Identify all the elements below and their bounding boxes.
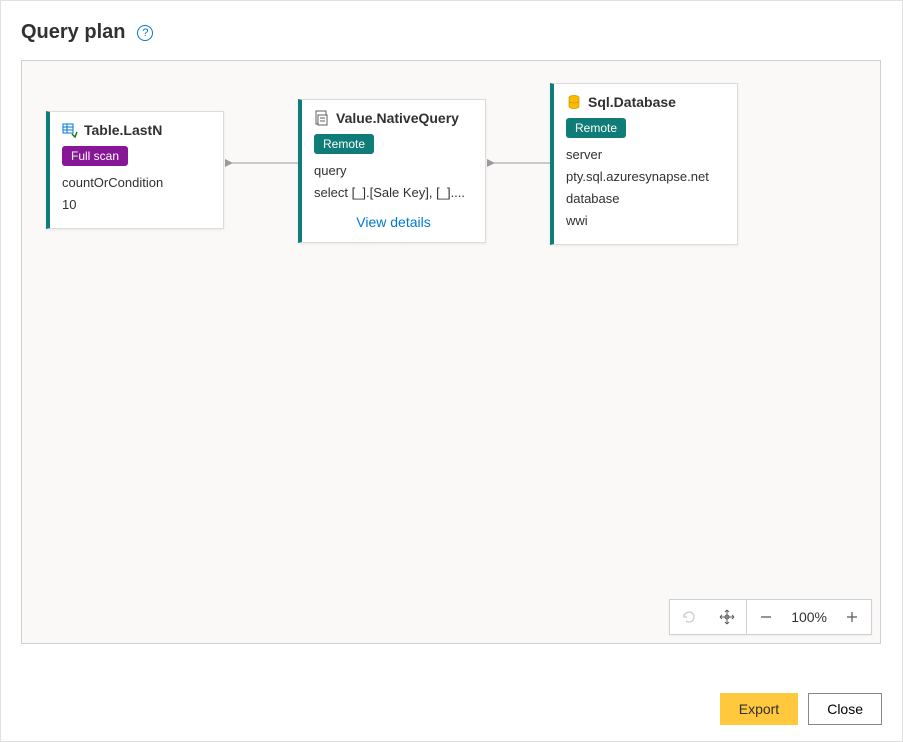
zoom-level: 100% xyxy=(785,609,833,625)
script-icon xyxy=(314,110,330,126)
node-title: Table.LastN xyxy=(84,122,162,138)
zoom-in-button[interactable] xyxy=(833,600,871,634)
badge-remote: Remote xyxy=(314,134,374,154)
node-title: Sql.Database xyxy=(588,94,676,110)
close-button[interactable]: Close xyxy=(808,693,882,725)
param-value: 10 xyxy=(62,194,211,216)
query-plan-dialog: Query plan ? xyxy=(0,0,903,742)
param-label: query xyxy=(314,160,473,182)
table-icon xyxy=(62,122,78,138)
server-value: pty.sql.azuresynapse.net xyxy=(566,166,725,188)
node-sql-database[interactable]: Sql.Database Remote server pty.sql.azure… xyxy=(550,83,738,245)
help-icon[interactable]: ? xyxy=(137,25,153,41)
database-label: database xyxy=(566,188,725,210)
export-button[interactable]: Export xyxy=(720,693,798,725)
reset-view-button[interactable] xyxy=(670,600,708,634)
fit-to-screen-button[interactable] xyxy=(708,600,746,634)
param-value: select [_].[Sale Key], [_].... xyxy=(314,182,473,204)
badge-remote: Remote xyxy=(566,118,626,138)
database-icon xyxy=(566,94,582,110)
badge-fullscan: Full scan xyxy=(62,146,128,166)
node-value-nativequery[interactable]: Value.NativeQuery Remote query select [_… xyxy=(298,99,486,243)
dialog-header: Query plan ? xyxy=(21,21,882,44)
database-value: wwi xyxy=(566,210,725,232)
arrow-native-to-table xyxy=(223,156,299,170)
dialog-footer: Export Close xyxy=(720,693,882,725)
arrow-sql-to-native xyxy=(485,156,551,170)
zoom-out-button[interactable] xyxy=(747,600,785,634)
view-details-link[interactable]: View details xyxy=(314,214,473,230)
canvas-toolbar: 100% xyxy=(669,599,872,635)
node-title: Value.NativeQuery xyxy=(336,110,459,126)
query-plan-canvas[interactable]: Table.LastN Full scan countOrCondition 1… xyxy=(21,60,881,644)
dialog-title: Query plan xyxy=(21,21,125,44)
node-table-lastn[interactable]: Table.LastN Full scan countOrCondition 1… xyxy=(46,111,224,229)
server-label: server xyxy=(566,144,725,166)
param-label: countOrCondition xyxy=(62,172,211,194)
